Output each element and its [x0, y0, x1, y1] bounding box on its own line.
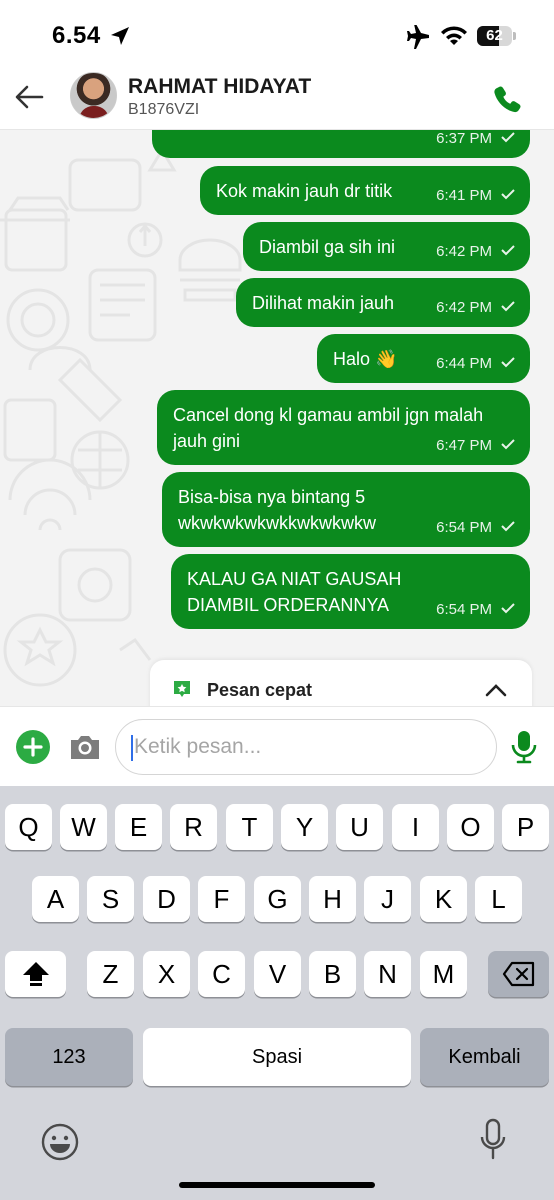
airplane-icon: [407, 25, 429, 49]
space-key[interactable]: Spasi: [143, 1028, 411, 1086]
contact-name[interactable]: RAHMAT HIDAYAT: [128, 75, 311, 99]
plus-icon: [23, 737, 43, 757]
key-m[interactable]: M: [420, 951, 467, 997]
key-q[interactable]: Q: [5, 804, 52, 850]
key-y[interactable]: Y: [281, 804, 328, 850]
read-check-icon: [501, 301, 515, 312]
message-meta: 6:41 PM: [436, 183, 516, 209]
key-s[interactable]: S: [87, 876, 134, 922]
key-f[interactable]: F: [198, 876, 245, 922]
message-bubble[interactable]: Diambil ga sih ini 6:42 PM: [243, 222, 530, 271]
key-w[interactable]: W: [60, 804, 107, 850]
camera-icon[interactable]: [68, 733, 102, 761]
message-meta: 6:54 PM: [436, 597, 516, 623]
add-attachment-button[interactable]: [16, 730, 50, 764]
status-time: 6.54: [52, 22, 101, 49]
shift-icon: [22, 962, 49, 986]
message-bubble[interactable]: Bisa-bisa nya bintang 5 wkwkwkwkwkkwkwkw…: [162, 472, 530, 547]
key-l[interactable]: L: [475, 876, 522, 922]
key-h[interactable]: H: [309, 876, 356, 922]
key-n[interactable]: N: [364, 951, 411, 997]
message-bubble[interactable]: Dilihat makin jauh 6:42 PM: [236, 278, 530, 327]
numbers-key[interactable]: 123: [5, 1028, 133, 1086]
read-check-icon: [501, 189, 515, 200]
message-meta: 6:47 PM: [436, 433, 516, 459]
battery-indicator: 62: [477, 26, 516, 46]
read-check-icon: [501, 521, 515, 532]
read-check-icon: [501, 245, 515, 256]
key-e[interactable]: E: [115, 804, 162, 850]
keyboard: Q W E R T Y U I O P A S D F G H J K L Z …: [0, 786, 554, 1200]
key-j[interactable]: J: [364, 876, 411, 922]
key-c[interactable]: C: [198, 951, 245, 997]
text-caret: [131, 735, 133, 761]
message-text: Bisa-bisa nya bintang 5 wkwkwkwkwkkwkwkw…: [178, 487, 376, 533]
quick-reply-label: Pesan cepat: [207, 680, 313, 700]
back-arrow-icon[interactable]: [12, 82, 46, 112]
key-x[interactable]: X: [143, 951, 190, 997]
key-u[interactable]: U: [336, 804, 383, 850]
read-check-icon: [501, 603, 515, 614]
home-indicator: [179, 1182, 375, 1188]
message-text: KALAU GA NIAT GAUSAH DIAMBIL ORDERANNYA: [187, 569, 402, 615]
phone-icon[interactable]: [493, 84, 523, 114]
read-check-icon: [501, 132, 515, 143]
message-meta: 6:42 PM: [436, 239, 516, 265]
chat-area[interactable]: 6:37 PM Kok makin jauh dr titik 6:41 PM …: [0, 130, 554, 706]
backspace-icon: [502, 961, 534, 987]
message-meta: 6:42 PM: [436, 295, 516, 321]
key-o[interactable]: O: [447, 804, 494, 850]
key-z[interactable]: Z: [87, 951, 134, 997]
key-g[interactable]: G: [254, 876, 301, 922]
key-b[interactable]: B: [309, 951, 356, 997]
message-meta: 6:37 PM: [436, 130, 516, 152]
plate-number: B1876VZI: [128, 101, 200, 118]
microphone-icon[interactable]: [510, 729, 538, 765]
location-arrow-icon: [111, 27, 129, 45]
chat-header: RAHMAT HIDAYAT B1876VZI: [0, 70, 554, 130]
key-a[interactable]: A: [32, 876, 79, 922]
key-r[interactable]: R: [170, 804, 217, 850]
dictation-mic-icon[interactable]: [478, 1118, 508, 1162]
message-bubble[interactable]: 6:37 PM: [152, 130, 530, 158]
key-t[interactable]: T: [226, 804, 273, 850]
key-d[interactable]: D: [143, 876, 190, 922]
message-meta: 6:44 PM: [436, 351, 516, 377]
message-bubble[interactable]: Kok makin jauh dr titik 6:41 PM: [200, 166, 530, 215]
wifi-icon: [441, 26, 467, 45]
message-bubble[interactable]: Halo 👋 6:44 PM: [317, 334, 530, 383]
backspace-key[interactable]: [488, 951, 549, 997]
shift-key[interactable]: [5, 951, 66, 997]
chevron-up-icon[interactable]: [484, 682, 508, 698]
key-v[interactable]: V: [254, 951, 301, 997]
emoji-icon[interactable]: [40, 1122, 80, 1162]
return-key[interactable]: Kembali: [420, 1028, 549, 1086]
key-i[interactable]: I: [392, 804, 439, 850]
quick-message-icon: [174, 681, 190, 697]
message-bubble[interactable]: KALAU GA NIAT GAUSAH DIAMBIL ORDERANNYA …: [171, 554, 530, 629]
avatar[interactable]: [70, 72, 117, 119]
message-input[interactable]: [115, 719, 497, 775]
message-bubble[interactable]: Cancel dong kl gamau ambil jgn malah jau…: [157, 390, 530, 465]
battery-level-text: 62: [486, 27, 503, 44]
read-check-icon: [501, 357, 515, 368]
quick-reply-panel[interactable]: Pesan cepat: [150, 660, 532, 706]
read-check-icon: [501, 439, 515, 450]
message-meta: 6:54 PM: [436, 515, 516, 541]
message-input-bar: [0, 706, 554, 786]
key-k[interactable]: K: [420, 876, 467, 922]
status-bar: 6.54 62: [0, 0, 554, 70]
key-p[interactable]: P: [502, 804, 549, 850]
